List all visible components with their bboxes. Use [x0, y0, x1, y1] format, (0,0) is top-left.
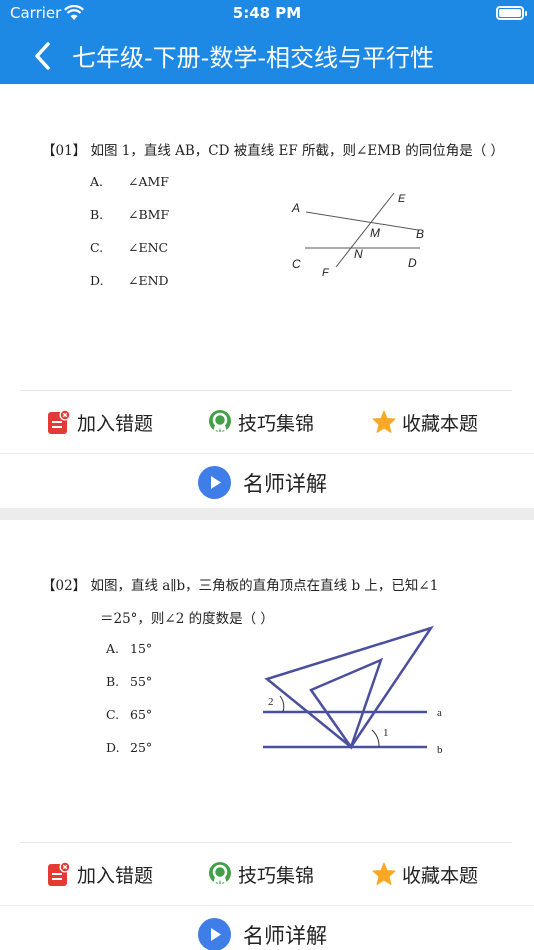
play-icon: [198, 466, 231, 499]
question-list[interactable]: 【01】 如图 1，直线 AB，CD 被直线 EF 所截，则∠EMB 的同位角是…: [0, 84, 534, 950]
option-a[interactable]: A. 15°: [106, 641, 152, 656]
explain-button[interactable]: 名师详解: [0, 453, 534, 509]
chevron-left-icon[interactable]: [28, 38, 58, 74]
label-n: N: [354, 247, 363, 261]
option-d[interactable]: D. 25°: [106, 740, 152, 755]
question-figure: A E M B N C D F: [291, 192, 424, 279]
star-icon: [372, 410, 396, 433]
question-card: 【02】 如图，直线 a∥b，三角板的直角顶点在直线 b 上，已知∠1 ＝25°…: [0, 520, 534, 950]
error-book-icon: [48, 409, 71, 434]
option-a[interactable]: A. ∠AMF: [90, 174, 169, 189]
action-bar: 加入错题 技巧集锦 收藏本题: [0, 843, 534, 905]
explain-label: 名师详解: [243, 471, 327, 496]
label-line-a: a: [437, 707, 442, 719]
status-bar: Carrier 5:48 PM: [0, 0, 534, 28]
tips-label: 技巧集锦: [238, 864, 315, 887]
star-icon: [372, 862, 396, 885]
add-error-label: 加入错题: [77, 864, 154, 887]
label-f: F: [322, 267, 330, 279]
tips-button[interactable]: 技巧集锦: [208, 407, 314, 437]
tips-label: 技巧集锦: [238, 412, 315, 435]
favorite-label: 收藏本题: [402, 864, 479, 887]
option-c[interactable]: C. 65°: [106, 707, 152, 722]
label-m: M: [370, 226, 380, 240]
tips-badge-icon: [209, 410, 231, 433]
tips-button[interactable]: 技巧集锦: [208, 859, 314, 889]
label-c: C: [292, 257, 301, 271]
question-text: 【01】 如图 1，直线 AB，CD 被直线 EF 所截，则∠EMB 的同位角是…: [42, 143, 505, 159]
card-separator: [0, 508, 534, 520]
tips-badge-icon: [209, 862, 231, 885]
add-error-label: 加入错题: [77, 412, 154, 435]
add-error-button[interactable]: 加入错题: [47, 859, 153, 889]
error-book-icon: [48, 861, 71, 886]
battery-icon: [496, 6, 527, 20]
question-card: 【01】 如图 1，直线 AB，CD 被直线 EF 所截，则∠EMB 的同位角是…: [0, 84, 534, 508]
explain-button[interactable]: 名师详解: [0, 905, 534, 950]
option-d[interactable]: D. ∠END: [90, 273, 169, 288]
question-text: 【02】 如图，直线 a∥b，三角板的直角顶点在直线 b 上，已知∠1: [42, 578, 439, 594]
status-time: 5:48 PM: [232, 4, 302, 22]
favorite-label: 收藏本题: [402, 412, 479, 435]
action-bar: 加入错题 技巧集锦 收藏本题: [0, 391, 534, 453]
label-e: E: [398, 193, 406, 205]
label-angle-1: 1: [383, 727, 389, 739]
play-icon: [198, 918, 231, 950]
page-title: 七年级-下册-数学-相交线与平行性: [72, 44, 434, 72]
nav-bar: 七年级-下册-数学-相交线与平行性: [0, 28, 534, 84]
question-figure: 2 1 a b: [263, 625, 443, 756]
label-line-b: b: [437, 744, 443, 756]
option-c[interactable]: C. ∠ENC: [90, 240, 168, 255]
option-b[interactable]: B. ∠BMF: [90, 207, 169, 222]
option-b[interactable]: B. 55°: [106, 674, 152, 689]
favorite-button[interactable]: 收藏本题: [372, 859, 478, 889]
favorite-button[interactable]: 收藏本题: [372, 407, 478, 437]
label-d: D: [408, 256, 417, 270]
add-error-button[interactable]: 加入错题: [47, 407, 153, 437]
label-a: A: [291, 201, 300, 215]
question-text-cont: ＝25°，则∠2 的度数是（ ）: [100, 611, 274, 627]
label-b: B: [416, 227, 424, 241]
label-angle-2: 2: [268, 696, 274, 708]
explain-label: 名师详解: [243, 923, 327, 948]
